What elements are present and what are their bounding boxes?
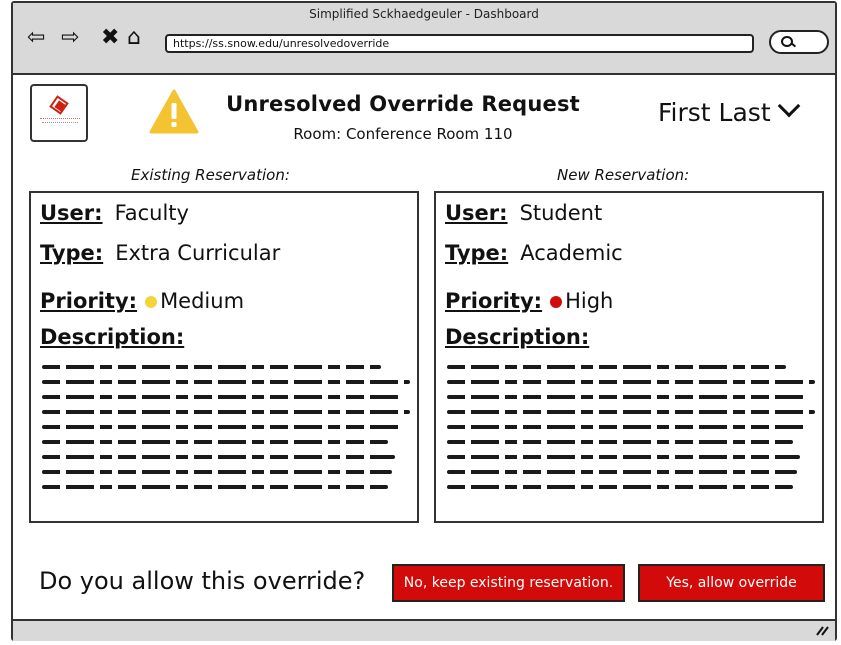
new-type-value: Academic xyxy=(520,241,623,265)
new-priority-value: High xyxy=(565,289,614,313)
forward-arrow-icon[interactable]: ⇨ xyxy=(61,25,79,51)
existing-reservation-panel: User: Faculty Type: Extra Curricular Prior… xyxy=(29,191,419,523)
window-title: Simplified Sckhaedgeuler - Dashboard xyxy=(309,7,539,21)
user-label: User: xyxy=(40,201,103,225)
priority-label: Priority: xyxy=(445,289,543,313)
existing-reservation-heading: Existing Reservation: xyxy=(131,166,290,184)
browser-window: Simplified Sckhaedgeuler - Dashboard ⇦ ⇨… xyxy=(11,1,837,641)
existing-type-field: Type: Extra Curricular xyxy=(40,241,280,265)
existing-type-value: Extra Curricular xyxy=(115,241,281,265)
user-label: User: xyxy=(445,201,508,225)
description-placeholder-text xyxy=(447,365,815,500)
new-reservation-heading: New Reservation: xyxy=(557,166,690,184)
user-menu[interactable]: First Last xyxy=(658,94,800,127)
description-label: Description: xyxy=(40,325,185,349)
type-label: Type: xyxy=(40,241,104,265)
status-bar xyxy=(13,619,835,641)
existing-priority-field: Priority: Medium xyxy=(40,289,244,313)
description-placeholder-text xyxy=(42,365,410,500)
existing-user-field: User: Faculty xyxy=(40,201,189,225)
type-label: Type: xyxy=(445,241,509,265)
new-user-field: User: Student xyxy=(445,201,602,225)
browser-titlebar: Simplified Sckhaedgeuler - Dashboard ⇦ ⇨… xyxy=(13,3,835,75)
search-button[interactable] xyxy=(769,30,829,54)
new-description-field: Description: xyxy=(445,325,601,349)
priority-label: Priority: xyxy=(40,289,138,313)
new-user-value: Student xyxy=(519,201,603,225)
existing-description-field: Description: xyxy=(40,325,196,349)
logo[interactable] xyxy=(30,84,88,142)
priority-dot-icon xyxy=(145,296,158,308)
override-question: Do you allow this override? xyxy=(39,567,366,595)
description-label: Description: xyxy=(445,325,590,349)
allow-override-button[interactable]: Yes, allow override xyxy=(638,564,825,602)
search-icon xyxy=(781,36,793,47)
user-name: First Last xyxy=(658,98,771,127)
url-input[interactable]: https://ss.snow.edu/unresolvedoverride xyxy=(165,34,754,53)
home-icon[interactable]: ⌂ xyxy=(127,25,141,51)
existing-user-value: Faculty xyxy=(114,201,189,225)
new-type-field: Type: Academic xyxy=(445,241,623,265)
back-arrow-icon[interactable]: ⇦ xyxy=(27,25,45,51)
keep-existing-button[interactable]: No, keep existing reservation. xyxy=(392,564,625,602)
room-label: Room: Conference Room 110 xyxy=(293,125,513,143)
resize-grip-icon[interactable] xyxy=(815,626,829,636)
priority-dot-icon xyxy=(550,296,563,308)
warning-icon xyxy=(149,89,199,134)
chevron-down-icon xyxy=(777,94,800,118)
new-priority-field: Priority: High xyxy=(445,289,613,313)
page-title: Unresolved Override Request xyxy=(226,92,580,116)
existing-priority-value: Medium xyxy=(160,289,245,313)
stop-icon[interactable]: ✖ xyxy=(101,25,119,51)
new-reservation-panel: User: Student Type: Academic Priority: High… xyxy=(434,191,824,523)
